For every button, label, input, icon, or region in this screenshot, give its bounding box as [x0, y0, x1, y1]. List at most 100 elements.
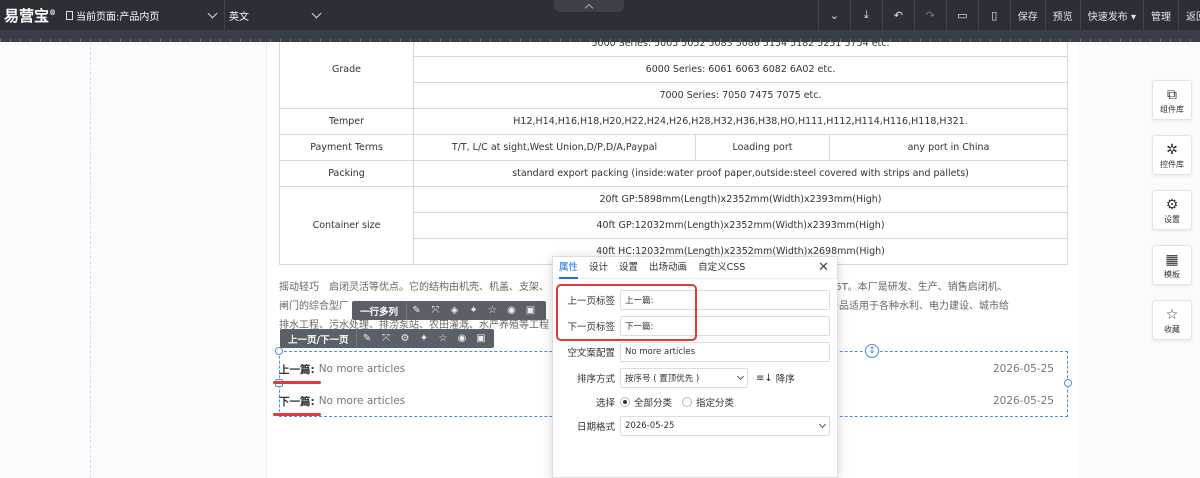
- animation-icon[interactable]: ✦: [464, 305, 483, 316]
- table-row: Container size 20ft GP:5898mm(Length)x235…: [279, 186, 1068, 265]
- highlight-box: [556, 284, 697, 341]
- chevron-down-icon: [207, 8, 218, 18]
- settings-button[interactable]: ⚙ 设置: [1152, 190, 1192, 230]
- layers-icon[interactable]: ◈: [445, 305, 464, 316]
- table-row: Grade 5000 Series: 5005 5052 5083 5086 51…: [279, 42, 1068, 109]
- edit-icon[interactable]: ✎: [357, 333, 376, 344]
- side-button-label: 模板: [1164, 270, 1180, 279]
- tab-design[interactable]: 设计: [589, 257, 608, 279]
- delete-icon[interactable]: ▣: [471, 333, 490, 344]
- sort-select[interactable]: 按序号 ( 置顶优先 ): [620, 368, 748, 388]
- prev-article-label: 上一篇:: [273, 363, 321, 384]
- language-select-value: 英文: [229, 11, 249, 23]
- favorite-icon[interactable]: ☆: [483, 305, 502, 316]
- sort-order-icon[interactable]: ≡↓: [756, 373, 773, 384]
- star-icon: ☆: [1165, 307, 1179, 323]
- radio-specified-category[interactable]: [682, 397, 693, 407]
- field-label: 排序方式: [576, 374, 615, 385]
- table-cell: 7000 Series: 7050 7475 7075 etc.: [413, 82, 1068, 109]
- next-article-date: 2026-05-25: [992, 395, 1054, 407]
- resize-handle[interactable]: [1064, 379, 1072, 387]
- radio-all-categories[interactable]: [620, 397, 630, 407]
- desktop-icon[interactable]: ▭: [945, 0, 978, 30]
- puzzle-icon: ✲: [1166, 142, 1178, 158]
- prev-article-text[interactable]: No more articles: [319, 363, 406, 375]
- table-cell: T/T, L/C at sight,West Union,D/P,D/A,Pay…: [413, 134, 696, 161]
- page-icon: [66, 10, 73, 20]
- top-toolbar: 易营宝® 当前页面:产品内页 英文 ⌄ ⤓ ↶ ↷ ▭ ▯ 保存 预览 快速发布…: [0, 0, 1200, 30]
- payment-label: Payment Terms: [279, 134, 414, 161]
- ruler: [0, 30, 1200, 42]
- empty-text-field-row: 空文案配置: [553, 341, 839, 363]
- page-select[interactable]: 当前页面:产品内页: [66, 8, 218, 23]
- chevron-down-icon: [818, 420, 827, 429]
- back-button[interactable]: 返回: [1178, 0, 1200, 30]
- chevron-up-icon: [584, 3, 594, 13]
- animation-icon[interactable]: ✦: [414, 333, 433, 344]
- favorite-icon[interactable]: ☆: [433, 333, 452, 344]
- next-article-label: 下一篇:: [273, 395, 321, 416]
- spec-table: Grade 5000 Series: 5005 5052 5083 5086 51…: [279, 42, 1068, 265]
- panel-tabs: 属性 设计 设置 出场动画 自定义CSS ✕: [553, 257, 837, 279]
- language-select[interactable]: 英文: [224, 0, 322, 30]
- side-button-label: 组件库: [1160, 105, 1184, 114]
- visibility-icon[interactable]: ◉: [452, 333, 471, 344]
- align-bottom-icon[interactable]: ⤓: [849, 0, 882, 30]
- sort-order-toggle[interactable]: 降序: [776, 371, 795, 385]
- logo: 易营宝®: [4, 6, 57, 25]
- table-row: Payment Terms T/T, L/C at sight,West Uni…: [279, 134, 1068, 161]
- temper-label: Temper: [279, 108, 414, 135]
- table-cell: 20ft GP:5898mm(Length)x2352mm(Width)x239…: [413, 186, 1068, 213]
- prev-next-toolbar: 上一页/下一页 ✎ ⤧ ⚙ ✦ ☆ ◉ ▣: [280, 329, 494, 348]
- table-cell: standard export packing (inside:water pr…: [413, 160, 1068, 187]
- loading-port-label: Loading port: [695, 134, 830, 161]
- widget-library-button[interactable]: ✲ 控件库: [1152, 135, 1192, 175]
- chevron-down-icon: [736, 372, 745, 381]
- manage-button[interactable]: 管理: [1143, 0, 1178, 30]
- save-button[interactable]: 保存: [1009, 0, 1045, 30]
- table-row: Packing standard export packing (inside:w…: [279, 160, 1068, 187]
- gear-icon: ⚙: [1165, 197, 1179, 213]
- move-icon[interactable]: ⤧: [376, 333, 395, 344]
- side-button-label: 设置: [1164, 215, 1180, 224]
- gear-icon[interactable]: ⚙: [395, 333, 414, 344]
- field-label: 选择: [595, 398, 615, 409]
- empty-text-input[interactable]: [620, 342, 830, 362]
- category-choose-row: 选择 全部分类 指定分类: [553, 391, 839, 413]
- redo-icon[interactable]: ↷: [913, 0, 946, 30]
- template-button[interactable]: ▦ 模板: [1152, 245, 1192, 285]
- quick-publish-button[interactable]: 快速发布 ▾: [1079, 0, 1143, 30]
- copy-icon: ⧉: [1167, 87, 1177, 103]
- favorites-button[interactable]: ☆ 收藏: [1152, 300, 1192, 340]
- tab-properties[interactable]: 属性: [559, 257, 579, 279]
- row-columns-toolbar: 一行多列 ✎ ⤧ ◈ ✦ ☆ ◉ ▣: [352, 301, 546, 320]
- move-icon[interactable]: ⤧: [426, 305, 445, 316]
- next-article-text[interactable]: No more articles: [319, 395, 406, 407]
- collapse-toolbar-button[interactable]: [554, 0, 624, 13]
- tab-custom-css[interactable]: 自定义CSS: [698, 257, 745, 279]
- radio-label: 全部分类: [634, 398, 673, 409]
- tab-settings[interactable]: 设置: [619, 257, 638, 279]
- date-format-row: 日期格式 2026-05-25: [553, 415, 839, 437]
- date-format-select[interactable]: 2026-05-25: [620, 416, 830, 436]
- grade-label: Grade: [279, 42, 414, 109]
- visibility-icon[interactable]: ◉: [502, 305, 521, 316]
- table-cell: 40ft GP:12032mm(Length)x2352mm(Width)x23…: [413, 212, 1068, 239]
- page-select-value: 当前页面:产品内页: [76, 11, 160, 23]
- chevron-down-icon: [311, 8, 322, 18]
- mobile-icon[interactable]: ▯: [977, 0, 1010, 30]
- close-icon[interactable]: ✕: [818, 260, 829, 275]
- sort-select-value: 按序号 ( 置顶优先 ): [625, 374, 700, 384]
- edit-icon[interactable]: ✎: [407, 305, 426, 316]
- table-cell: 5000 Series: 5005 5052 5083 5086 5154 51…: [413, 42, 1068, 57]
- preview-button[interactable]: 预览: [1044, 0, 1080, 30]
- tab-animation[interactable]: 出场动画: [649, 257, 687, 279]
- delete-icon[interactable]: ▣: [521, 305, 540, 316]
- side-button-label: 控件库: [1160, 160, 1184, 169]
- table-cell: H12,H14,H16,H18,H20,H22,H24,H26,H28,H32,…: [413, 108, 1068, 135]
- undo-icon[interactable]: ↶: [881, 0, 914, 30]
- chevron-down-icon[interactable]: ⌄: [817, 0, 850, 30]
- component-library-button[interactable]: ⧉ 组件库: [1152, 80, 1192, 120]
- prev-article-date: 2026-05-25: [992, 363, 1054, 375]
- field-label: 空文案配置: [567, 348, 615, 359]
